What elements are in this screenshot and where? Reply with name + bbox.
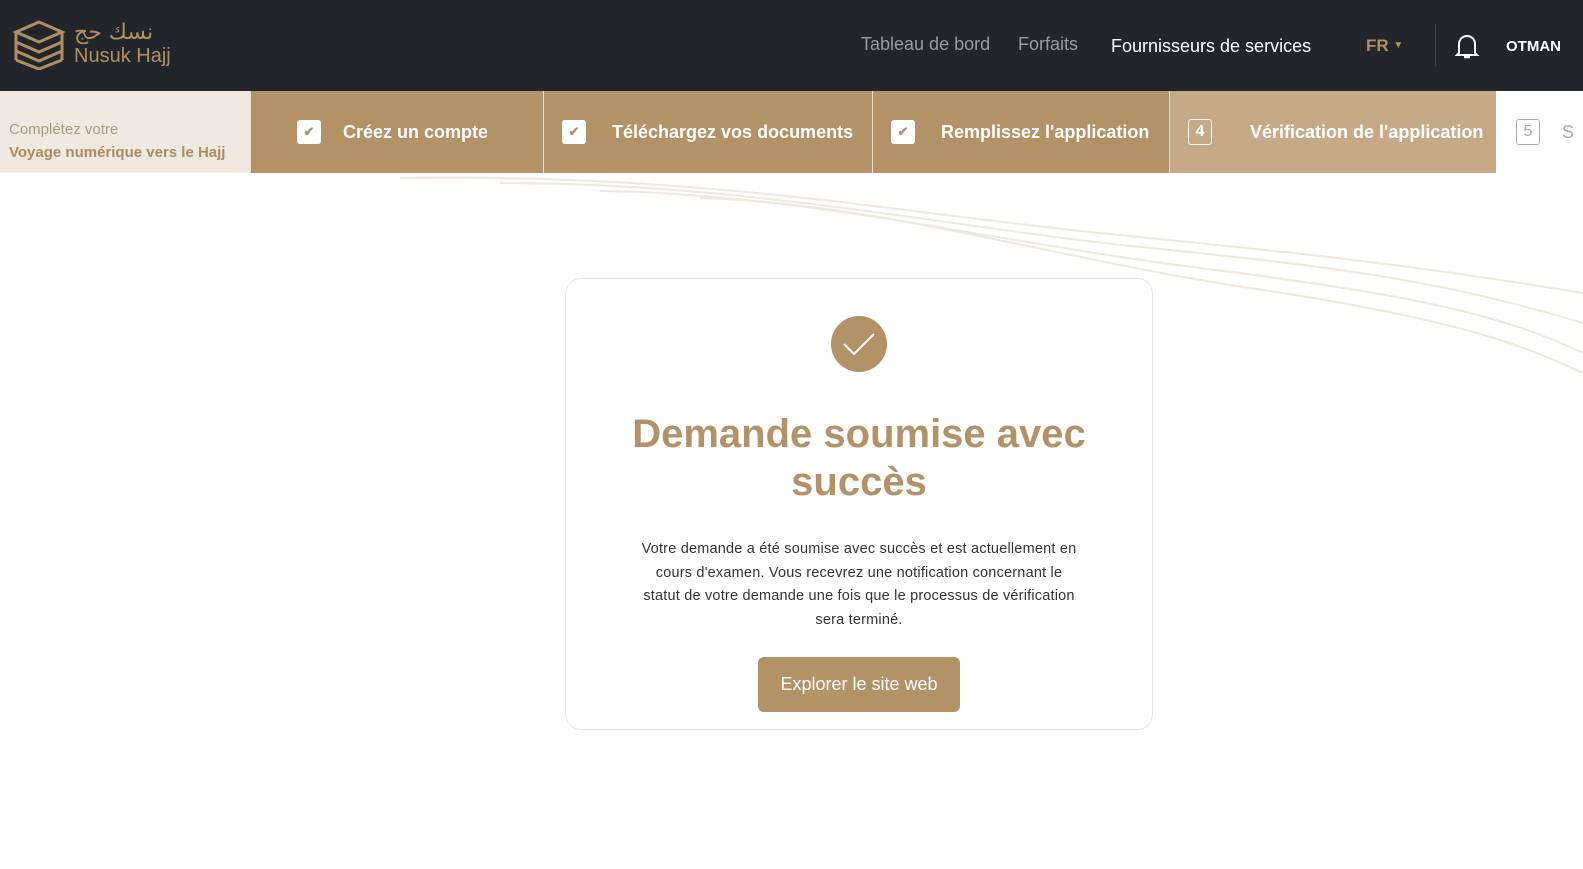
check-icon: ✔ [891, 120, 915, 144]
step-fill-application[interactable]: ✔ Remplissez l'application [872, 91, 1169, 173]
nusuk-logo[interactable]: نسك حج Nusuk Hajj [12, 18, 171, 70]
success-card: Demande soumise avec succès Votre demand… [565, 278, 1153, 730]
caret-down-icon: ▼ [1393, 40, 1404, 51]
kaaba-logo-icon [12, 20, 66, 70]
nav-packages[interactable]: Forfaits [1018, 34, 1078, 55]
success-check-icon [831, 316, 887, 372]
divider [1435, 24, 1436, 66]
explore-website-button[interactable]: Explorer le site web [758, 657, 960, 712]
nav-dashboard[interactable]: Tableau de bord [861, 34, 990, 55]
check-icon: ✔ [562, 120, 586, 144]
step-create-account[interactable]: ✔ Créez un compte [250, 91, 543, 173]
step-number: 4 [1188, 119, 1212, 145]
logo-arabic: نسك حج [74, 20, 154, 45]
bell-icon[interactable] [1454, 32, 1480, 60]
top-bar: نسك حج Nusuk Hajj Tableau de bord Forfait… [0, 0, 1583, 91]
success-description: Votre demande a été soumise avec succès … [641, 541, 1077, 628]
step-upload-documents[interactable]: ✔ Téléchargez vos documents [543, 91, 872, 173]
step-label: Remplissez l'application [941, 121, 1150, 142]
step-label: Téléchargez vos documents [612, 121, 854, 142]
nav-service-providers[interactable]: Fournisseurs de services [1111, 36, 1311, 57]
progress-steps: Complétez votre Voyage numérique vers le … [0, 91, 1583, 173]
step-application-verification[interactable]: 4 Vérification de l'application [1169, 91, 1496, 173]
step-label: S [1562, 121, 1575, 142]
intro-line2: Voyage numérique vers le Hajj [9, 144, 226, 161]
success-title: Demande soumise avec succès [632, 412, 1086, 504]
step-label: Créez un compte [343, 121, 489, 142]
intro-line1: Complétez votre [9, 121, 119, 138]
step-number: 5 [1516, 119, 1540, 145]
check-icon: ✔ [297, 120, 321, 144]
step-5[interactable]: 5S [1496, 91, 1583, 173]
language-selector[interactable]: FR ▼ [1366, 36, 1403, 56]
step-label: Vérification de l'application [1250, 121, 1484, 142]
steps-intro: Complétez votre Voyage numérique vers le … [0, 91, 250, 173]
language-label: FR [1366, 36, 1389, 55]
user-menu[interactable]: OTMAN [1506, 38, 1561, 55]
logo-english: Nusuk Hajj [74, 45, 171, 67]
